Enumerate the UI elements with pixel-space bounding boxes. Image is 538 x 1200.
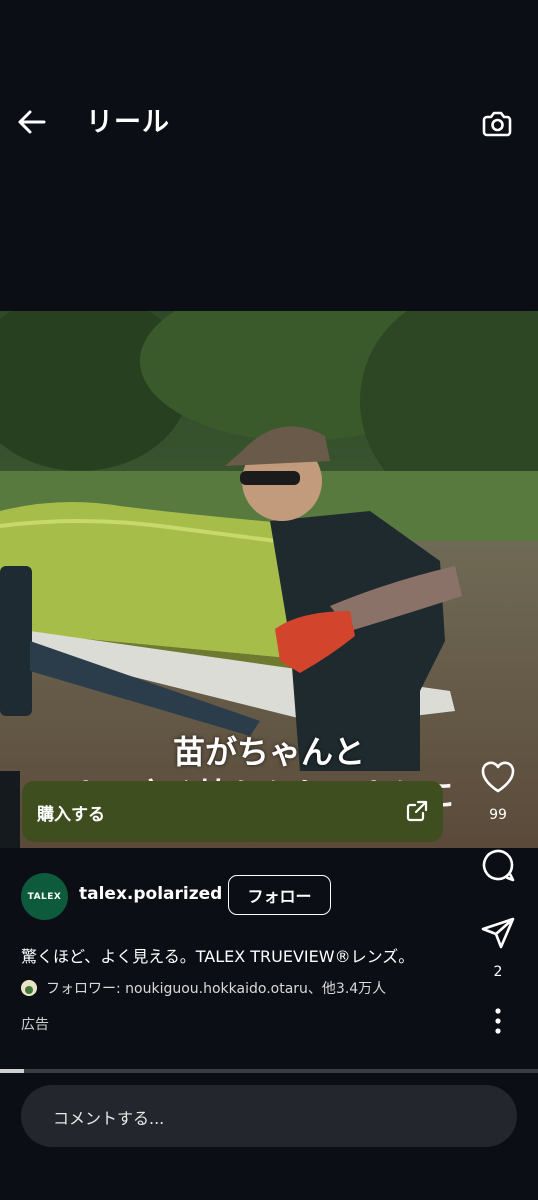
caption[interactable]: 驚くほど、よく見える。TALEX TRUEVIEW®レンズ。: [21, 943, 414, 967]
ad-label: 広告: [21, 1017, 49, 1033]
follower-avatar: [21, 980, 37, 996]
camera-icon[interactable]: [478, 104, 516, 142]
follow-button[interactable]: フォロー: [228, 875, 331, 915]
like-count: 99: [489, 807, 507, 823]
username[interactable]: talex.polarized: [79, 884, 222, 904]
avatar[interactable]: TALEX: [21, 873, 68, 920]
comment-icon[interactable]: [479, 846, 517, 884]
share-count: 2: [493, 964, 503, 980]
back-arrow-icon[interactable]: [14, 104, 50, 140]
follower-avatar-icon: [21, 980, 37, 996]
more-options-icon[interactable]: [479, 1002, 517, 1040]
purchase-label: 購入する: [37, 805, 105, 825]
heart-icon[interactable]: [479, 758, 517, 796]
followers-text: フォロワー: noukiguou.hokkaido.otaru、他3.4万人: [46, 981, 387, 997]
avatar-logo-text: TALEX: [27, 891, 62, 902]
comment-placeholder: コメントする...: [53, 1109, 165, 1128]
followers-line[interactable]: フォロワー: noukiguou.hokkaido.otaru、他3.4万人: [21, 978, 386, 998]
purchase-button[interactable]: 購入する: [22, 781, 443, 842]
share-icon[interactable]: [479, 914, 517, 952]
video-subtitle-line-1: 苗がちゃんと: [172, 733, 365, 771]
comment-input[interactable]: コメントする...: [21, 1085, 517, 1147]
external-link-icon: [406, 800, 428, 822]
playback-progress-bar[interactable]: [0, 1069, 538, 1073]
playback-progress-fill: [0, 1069, 25, 1073]
page-title: リール: [86, 107, 170, 138]
